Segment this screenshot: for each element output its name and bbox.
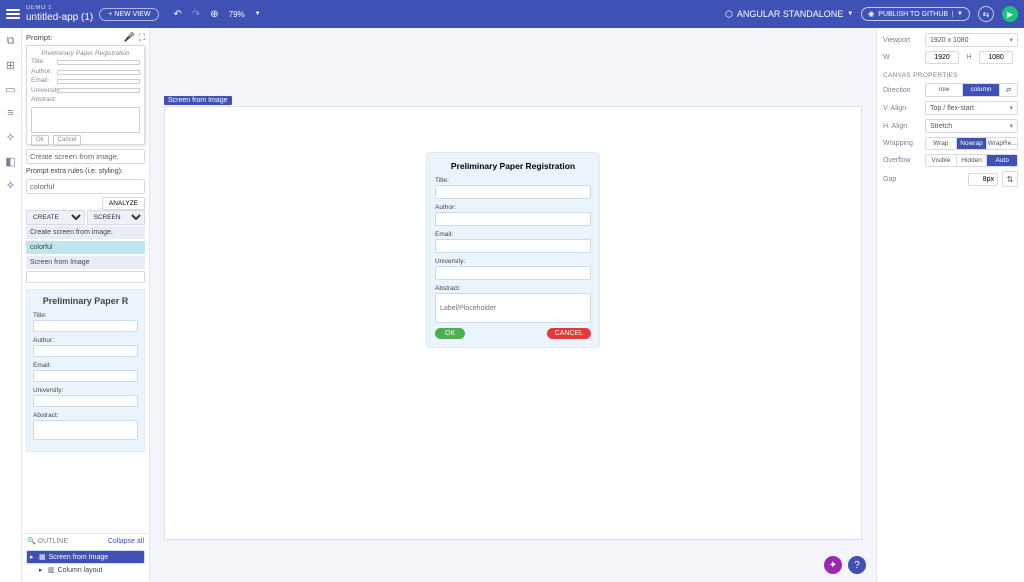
h-input[interactable] — [979, 51, 1013, 64]
form-card[interactable]: Preliminary Paper Registration Title: Au… — [426, 152, 600, 348]
outline-icon: 🔍 — [27, 538, 36, 545]
halign-select[interactable]: Stretch▾ — [925, 119, 1018, 133]
chevron-down-icon: ▼ — [847, 11, 853, 17]
framework-select[interactable]: ⬡ ANGULAR STANDALONE ▼ — [725, 9, 853, 20]
history-item[interactable]: Create screen from image. — [26, 226, 145, 240]
data-icon[interactable]: ≡ — [4, 106, 18, 120]
artboard-tag[interactable]: Screen from Image — [164, 96, 232, 105]
share-icon[interactable]: ⇆ — [978, 6, 994, 22]
angular-icon: ⬡ — [725, 9, 733, 20]
icon-rail: ⧉ ⊞ ▭ ≡ ⟡ ◧ ✧ — [0, 28, 22, 582]
title-input[interactable] — [435, 185, 591, 199]
email-input[interactable] — [435, 239, 591, 253]
h-label: H — [963, 54, 975, 61]
cancel-button[interactable]: CANCEL — [547, 328, 591, 339]
preview-input[interactable] — [33, 420, 138, 440]
redo-icon[interactable]: ↷ — [192, 9, 200, 20]
history-input[interactable] — [26, 271, 145, 283]
copy-icon[interactable]: ⧉ — [4, 34, 18, 48]
scan-icon[interactable]: ⛶ — [139, 32, 145, 43]
preview-card: Preliminary Paper R Title: Author: Email… — [26, 289, 145, 452]
publish-button[interactable]: ◉ PUBLISH TO GITHUB ▼ — [861, 7, 970, 21]
chevron-down-icon[interactable]: ▼ — [952, 11, 963, 17]
history-item[interactable]: colorful — [26, 241, 145, 255]
ai-fab[interactable]: ✦ — [824, 556, 842, 574]
overflow-segment[interactable]: Visible Hidden Auto — [925, 154, 1018, 167]
abstract-input[interactable]: Label/Placeholder — [435, 293, 591, 323]
canvas[interactable]: Screen from Image Preliminary Paper Regi… — [150, 28, 876, 582]
history-item[interactable]: Screen from Image — [26, 256, 145, 270]
create-select[interactable]: CREATE — [26, 210, 85, 225]
preview-input[interactable] — [33, 370, 138, 382]
extra-rules-input[interactable]: colorful — [26, 179, 145, 194]
ok-button[interactable]: OK — [435, 328, 465, 339]
layers-icon[interactable]: ▭ — [4, 82, 18, 96]
play-button[interactable]: ▶ — [1002, 6, 1018, 22]
demo-label: DEMO 1 — [26, 5, 93, 12]
preview-input[interactable] — [33, 395, 138, 407]
code-icon[interactable]: ⟡ — [4, 130, 18, 144]
form-title: Preliminary Paper Registration — [435, 161, 591, 171]
new-view-button[interactable]: + NEW VIEW — [99, 8, 159, 21]
extra-rules-label: Prompt extra rules (i.e. styling): — [26, 168, 145, 175]
app-name[interactable]: untitled-app (1) — [26, 12, 93, 23]
prompt-sketch[interactable]: Preliminary Paper Registration Title: Au… — [26, 45, 145, 145]
top-bar: DEMO 1 untitled-app (1) + NEW VIEW ↶ ↷ ⊕… — [0, 0, 1024, 28]
ai-icon[interactable]: ✧ — [4, 178, 18, 192]
prompt-label: Prompt: — [26, 33, 52, 42]
tree-node-child[interactable]: ▸▥Column layout — [36, 564, 145, 576]
left-panel: Prompt: 🎤 ⛶ Preliminary Paper Registrati… — [22, 28, 150, 582]
properties-panel: Viewport 1920 x 1080▾ W H CANVAS PROPERT… — [876, 28, 1024, 582]
preview-title: Preliminary Paper R — [33, 296, 138, 306]
preview-input[interactable] — [33, 320, 138, 332]
chevron-down-icon[interactable]: ▼ — [255, 11, 261, 17]
screen-select[interactable]: SCREEN — [87, 210, 146, 225]
swap-icon[interactable]: ⇄ — [999, 84, 1017, 96]
section-canvas-properties: CANVAS PROPERTIES — [883, 72, 1018, 79]
gap-input[interactable] — [968, 173, 998, 186]
analyze-button[interactable]: ANALYZE — [102, 197, 145, 210]
mic-icon[interactable]: 🎤 — [123, 32, 134, 43]
wrap-segment[interactable]: Wrap Nowrap WrapRe... — [925, 137, 1018, 150]
help-fab[interactable]: ? — [848, 556, 866, 574]
author-input[interactable] — [435, 212, 591, 226]
prompt-text[interactable]: Create screen from image. — [26, 149, 145, 164]
github-icon: ◉ — [868, 10, 874, 18]
zoom-value[interactable]: 79% — [229, 10, 245, 19]
w-label: W — [883, 54, 921, 61]
undo-icon[interactable]: ↶ — [173, 9, 181, 20]
plugins-icon[interactable]: ◧ — [4, 154, 18, 168]
menu-icon[interactable] — [6, 9, 20, 19]
direction-segment[interactable]: row column ⇄ — [925, 83, 1018, 97]
outline-label: OUTLINE — [38, 538, 68, 545]
components-icon[interactable]: ⊞ — [4, 58, 18, 72]
link-icon[interactable]: ⇅ — [1002, 171, 1018, 187]
valign-select[interactable]: Top / flex-start▾ — [925, 101, 1018, 115]
viewport-select[interactable]: 1920 x 1080▾ — [925, 33, 1018, 47]
viewport-label: Viewport — [883, 37, 921, 44]
preview-input[interactable] — [33, 345, 138, 357]
w-input[interactable] — [925, 51, 959, 64]
collapse-all-link[interactable]: Collapse all — [108, 538, 144, 545]
tree-node-root[interactable]: ▸▦Screen from Image — [26, 550, 145, 564]
zoom-icon[interactable]: ⊕ — [210, 9, 218, 20]
university-input[interactable] — [435, 266, 591, 280]
